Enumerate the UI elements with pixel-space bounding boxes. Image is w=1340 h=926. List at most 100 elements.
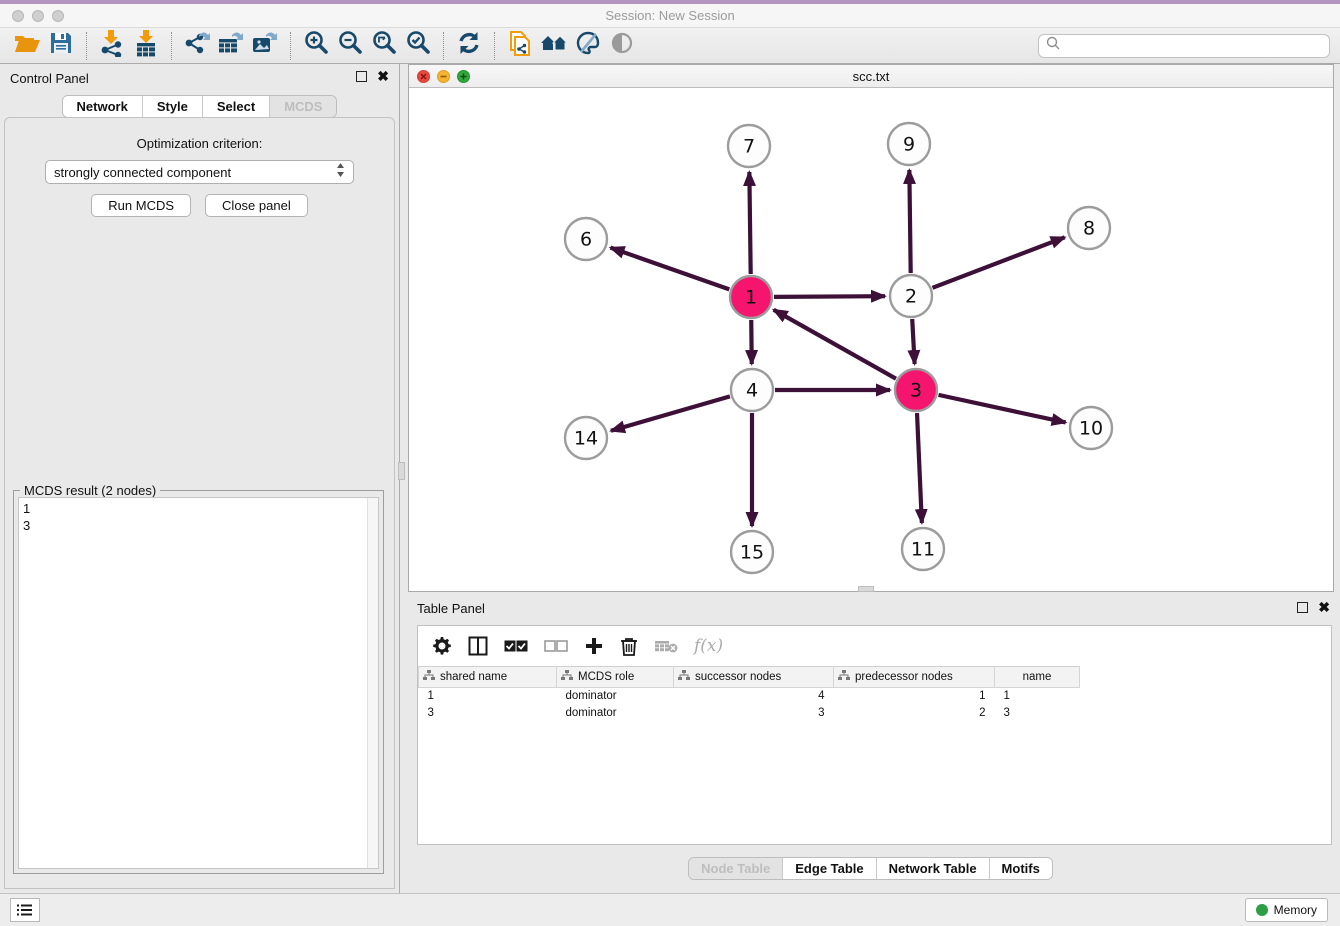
duplicate-network-button[interactable] [503, 31, 537, 61]
table-cell[interactable]: 1 [995, 688, 1080, 705]
table-cell[interactable]: dominator [557, 688, 674, 705]
column-header-shared-name[interactable]: shared name [419, 667, 557, 688]
edge-3-10[interactable] [938, 395, 1065, 423]
table-settings-button[interactable] [432, 636, 452, 656]
no-paint-icon [575, 30, 601, 61]
optimization-criterion-select[interactable]: strongly connected component [45, 160, 354, 184]
function-builder-button[interactable]: f(x) [694, 636, 723, 656]
hide-graphics-details-button[interactable] [571, 31, 605, 61]
node-table: shared name MCDS rolesuccessor nodesprede… [418, 666, 1080, 722]
column-header-predecessor-nodes[interactable]: predecessor nodes [834, 667, 995, 688]
graph-node-6[interactable]: 6 [565, 218, 607, 260]
split-pane-handle-horizontal[interactable] [858, 586, 874, 592]
edge-1-6[interactable] [611, 248, 730, 290]
edge-1-7[interactable] [749, 172, 750, 274]
graph-node-9[interactable]: 9 [888, 123, 930, 165]
node-label: 1 [745, 287, 757, 309]
graph-node-2[interactable]: 2 [890, 275, 932, 317]
zoom-fit-button[interactable] [367, 31, 401, 61]
create-column-button[interactable] [584, 636, 604, 656]
apply-layout-button[interactable] [452, 31, 486, 61]
float-panel-icon[interactable] [356, 71, 367, 82]
tree-column-icon [678, 670, 690, 684]
table-cell[interactable]: 4 [674, 688, 834, 705]
edge-2-8[interactable] [932, 237, 1064, 288]
edge-2-9[interactable] [909, 170, 910, 273]
control-panel-title: Control Panel [10, 71, 89, 86]
column-label: name [1023, 671, 1052, 683]
zoom-selected-icon [405, 30, 431, 61]
result-scrollbar[interactable] [367, 498, 378, 868]
delete-table-button[interactable] [654, 638, 678, 654]
table-cell[interactable]: 3 [674, 705, 834, 722]
column-header-name[interactable]: name [995, 667, 1080, 688]
graph-node-4[interactable]: 4 [731, 369, 773, 411]
zoom-in-button[interactable] [299, 31, 333, 61]
graph-node-7[interactable]: 7 [728, 125, 770, 167]
delete-column-button[interactable] [620, 636, 638, 656]
table-row[interactable]: 3dominator323 [419, 705, 1080, 722]
export-table-icon [217, 29, 245, 62]
split-pane-handle-vertical[interactable] [398, 462, 405, 480]
export-table-button[interactable] [214, 31, 248, 61]
table-panel-title: Table Panel [417, 601, 485, 616]
graph-node-11[interactable]: 11 [902, 528, 944, 570]
save-session-button[interactable] [44, 31, 78, 61]
graph-node-8[interactable]: 8 [1068, 207, 1110, 249]
select-all-button[interactable] [504, 639, 528, 653]
close-panel-button[interactable]: Close panel [205, 194, 308, 217]
table-cell[interactable]: dominator [557, 705, 674, 722]
export-network-button[interactable] [180, 31, 214, 61]
graph-node-1[interactable]: 1 [730, 276, 772, 318]
table-cell[interactable]: 3 [419, 705, 557, 722]
show-column-panel-button[interactable] [468, 636, 488, 656]
task-history-button[interactable] [10, 898, 40, 922]
edge-4-14[interactable] [611, 396, 730, 430]
table-row[interactable]: 1dominator411 [419, 688, 1080, 705]
import-table-button[interactable] [129, 31, 163, 61]
table-cell[interactable]: 3 [995, 705, 1080, 722]
table-cell[interactable]: 1 [834, 688, 995, 705]
table-panel-tabs: Node TableEdge TableNetwork TableMotifs [688, 857, 1053, 880]
edge-3-11[interactable] [917, 413, 922, 523]
close-table-panel-icon[interactable]: ✖ [1318, 602, 1330, 613]
zoom-selected-button[interactable] [401, 31, 435, 61]
memory-button[interactable]: Memory [1245, 898, 1328, 922]
zoom-out-button[interactable] [333, 31, 367, 61]
tab-network-table[interactable]: Network Table [877, 858, 990, 879]
import-network-button[interactable] [95, 31, 129, 61]
search-box[interactable] [1038, 34, 1330, 58]
tab-network[interactable]: Network [63, 96, 143, 117]
float-table-panel-icon[interactable] [1297, 602, 1308, 613]
deselect-all-button[interactable] [544, 639, 568, 653]
graph-node-14[interactable]: 14 [565, 417, 607, 459]
graph-node-15[interactable]: 15 [731, 531, 773, 573]
tab-motifs[interactable]: Motifs [990, 858, 1052, 879]
graph-node-3[interactable]: 3 [895, 369, 937, 411]
graph-node-10[interactable]: 10 [1070, 407, 1112, 449]
export-image-button[interactable] [248, 31, 282, 61]
table-cell[interactable]: 2 [834, 705, 995, 722]
column-header-successor-nodes[interactable]: successor nodes [674, 667, 834, 688]
edge-2-3[interactable] [912, 319, 914, 364]
tab-node-table[interactable]: Node Table [689, 858, 783, 879]
close-panel-icon[interactable]: ✖ [377, 71, 389, 82]
edge-1-2[interactable] [774, 296, 885, 297]
network-titlebar: scc.txt [409, 65, 1333, 88]
tab-select[interactable]: Select [203, 96, 270, 117]
open-session-button[interactable] [10, 31, 44, 61]
node-label: 2 [905, 286, 917, 308]
search-input[interactable] [1061, 39, 1323, 53]
column-label: shared name [440, 671, 507, 683]
run-mcds-button[interactable]: Run MCDS [91, 194, 191, 217]
network-canvas[interactable]: 7 9 6 8 1 2 4 3 14 10 15 11 [409, 88, 1333, 591]
tab-style[interactable]: Style [143, 96, 203, 117]
tab-mcds[interactable]: MCDS [270, 96, 336, 117]
show-graphics-details-button[interactable] [605, 31, 639, 61]
first-neighbors-button[interactable] [537, 31, 571, 61]
table-cell[interactable]: 1 [419, 688, 557, 705]
column-header-MCDS-role[interactable]: MCDS role [557, 667, 674, 688]
node-label: 14 [574, 428, 598, 450]
edge-3-1[interactable] [774, 310, 896, 379]
tab-edge-table[interactable]: Edge Table [783, 858, 876, 879]
